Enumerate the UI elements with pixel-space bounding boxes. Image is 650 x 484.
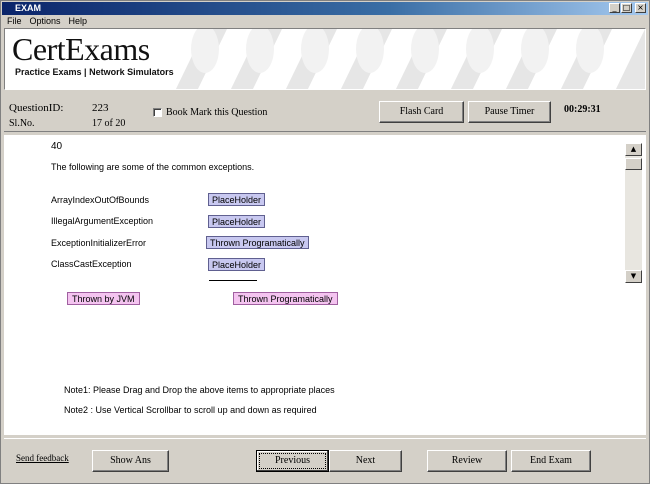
note-scrollbar: Note2 : Use Vertical Scrollbar to scroll… [64,405,317,415]
drop-target[interactable]: PlaceHolder [208,193,266,206]
drop-target[interactable]: Thrown Programatically [206,236,309,249]
draggable-item[interactable]: Thrown by JVM [67,292,140,305]
window-title: EXAM [15,3,42,13]
send-feedback-link[interactable]: Send feedback [16,453,69,463]
menu-bar: File Options Help [2,15,648,28]
exception-label: ExceptionInitializerError [51,238,147,248]
bookmark-label[interactable]: Book Mark this Question [166,107,267,118]
exam-timer: 00:29:31 [564,104,601,115]
menu-help[interactable]: Help [69,15,88,28]
exam-window: EXAM _ □ × File Options Help CertExams P… [0,0,650,484]
scroll-up-arrow-icon[interactable]: ▲ [625,143,642,156]
exception-label: ArrayIndexOutOfBounds [51,195,150,205]
window-controls: _ □ × [609,3,646,13]
question-area: 40 The following are some of the common … [4,135,646,435]
previous-button[interactable]: Previous [256,450,329,472]
banner-tagline: Practice Exams | Network Simulators [15,67,174,77]
question-number: 40 [51,141,63,152]
drop-target[interactable]: PlaceHolder [208,258,266,271]
end-exam-button[interactable]: End Exam [511,450,591,472]
slno-value: 17 of 20 [92,118,126,129]
question-info-bar: QuestionID: 223 Sl.No. 17 of 20 Book Mar… [4,92,646,132]
vertical-scrollbar[interactable]: ▲ ▼ [625,143,642,283]
menu-options[interactable]: Options [30,15,61,28]
pause-timer-button[interactable]: Pause Timer [468,101,551,123]
draggable-item[interactable]: Thrown Programatically [233,292,338,305]
question-id-value: 223 [92,102,109,114]
banner: CertExams Practice Exams | Network Simul… [4,28,646,90]
close-button[interactable]: × [635,3,646,13]
exception-label: ClassCastException [51,259,132,269]
question-prompt: The following are some of the common exc… [51,162,255,172]
certexams-logo: CertExams [12,31,150,67]
bookmark-checkbox[interactable] [153,108,162,117]
show-answer-button[interactable]: Show Ans [92,450,169,472]
question-id-label: QuestionID: [9,102,64,114]
drop-target[interactable]: PlaceHolder [208,215,266,228]
scrollbar-thumb[interactable] [625,158,642,170]
menu-file[interactable]: File [7,15,22,28]
flash-card-button[interactable]: Flash Card [379,101,464,123]
scroll-down-arrow-icon[interactable]: ▼ [625,270,642,283]
maximize-button[interactable]: □ [621,3,632,13]
divider-line [209,280,257,281]
slno-label: Sl.No. [9,118,35,129]
title-bar[interactable]: EXAM _ □ × [2,2,648,15]
minimize-button[interactable]: _ [609,3,620,13]
review-button[interactable]: Review [427,450,507,472]
note-drag-drop: Note1: Please Drag and Drop the above it… [64,385,335,395]
exception-label: IllegalArgumentException [51,216,154,226]
footer-bar: Send feedback Show Ans Previous Next Rev… [4,438,646,482]
next-button[interactable]: Next [329,450,402,472]
